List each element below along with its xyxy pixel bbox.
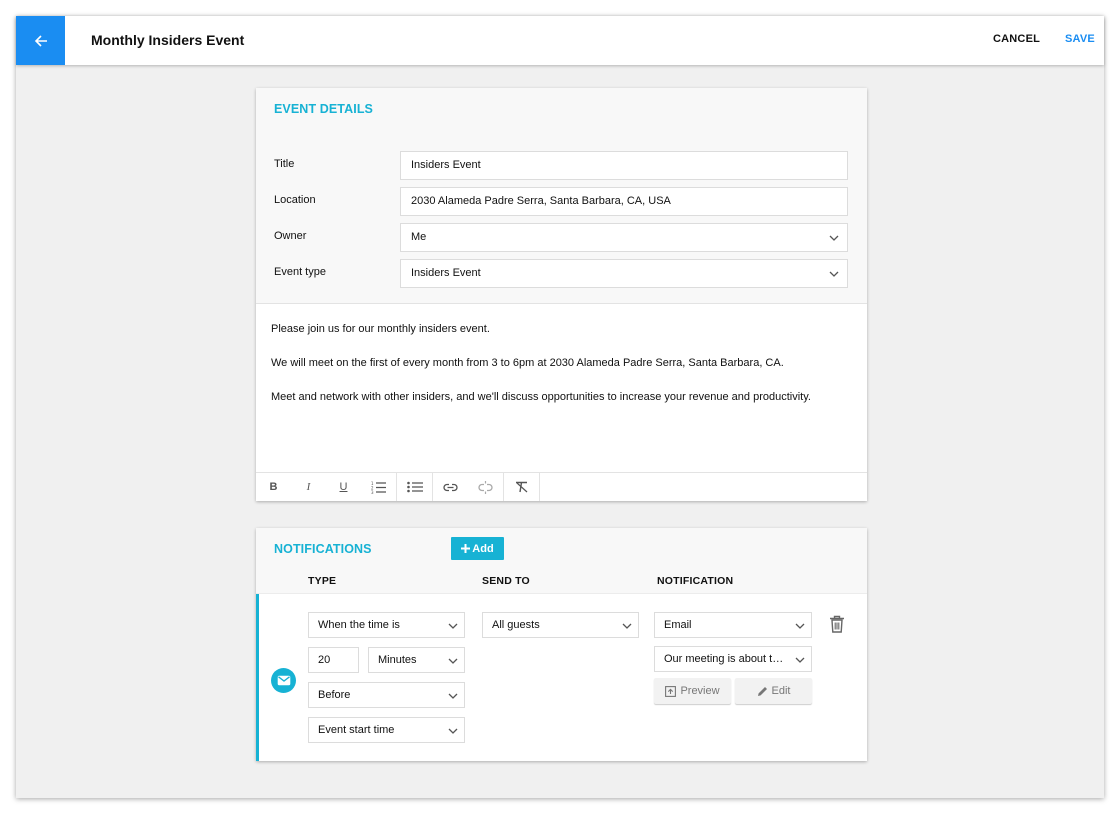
notifications-header: NOTIFICATIONS Add bbox=[256, 528, 867, 569]
send-to-column-title: SEND TO bbox=[482, 575, 530, 587]
link-icon bbox=[443, 483, 458, 491]
template-select[interactable]: Our meeting is about to begin bbox=[654, 646, 812, 672]
plus-icon bbox=[461, 544, 471, 553]
title-input[interactable]: Insiders Event bbox=[400, 151, 848, 180]
save-button[interactable]: SAVE bbox=[1065, 33, 1095, 45]
bullet-list-icon bbox=[406, 481, 423, 493]
link-group bbox=[433, 473, 504, 501]
edit-label: Edit bbox=[771, 685, 791, 697]
amount-input[interactable]: 20 bbox=[308, 647, 359, 673]
description-paragraph: We will meet on the first of every month… bbox=[271, 357, 784, 369]
chevron-down-icon bbox=[448, 728, 458, 734]
add-label: Add bbox=[472, 542, 494, 555]
anchor-value: Event start time bbox=[318, 724, 395, 736]
underline-button[interactable]: U bbox=[326, 473, 361, 501]
description-paragraph: Please join us for our monthly insiders … bbox=[271, 323, 490, 335]
top-bar: Monthly Insiders Event CANCEL SAVE bbox=[16, 16, 1104, 65]
email-icon bbox=[271, 668, 296, 693]
clear-format-button[interactable] bbox=[504, 473, 539, 501]
chevron-down-icon bbox=[829, 271, 839, 277]
svg-text:3: 3 bbox=[371, 490, 374, 494]
notifications-column-header: TYPE SEND TO NOTIFICATION bbox=[256, 569, 867, 594]
channel-select[interactable]: Email bbox=[654, 612, 812, 638]
template-value: Our meeting is about to begin bbox=[664, 653, 809, 665]
italic-button[interactable]: I bbox=[291, 473, 326, 501]
chevron-down-icon bbox=[448, 693, 458, 699]
trigger-value: When the time is bbox=[318, 619, 400, 631]
trigger-select[interactable]: When the time is bbox=[308, 612, 465, 638]
text-format-group: B I U 1 2 3 bbox=[256, 473, 397, 501]
preview-button[interactable]: Preview bbox=[654, 678, 731, 704]
unit-value: Minutes bbox=[378, 654, 417, 666]
event-details-card: EVENT DETAILS Title Insiders Event Locat… bbox=[256, 88, 867, 501]
notification-row: When the time is 20 Minutes Before Event… bbox=[256, 594, 867, 761]
trash-icon[interactable] bbox=[829, 615, 845, 633]
clear-format-icon bbox=[515, 481, 527, 493]
anchor-select[interactable]: Event start time bbox=[308, 717, 465, 743]
list-group bbox=[397, 473, 433, 501]
event-details-header: EVENT DETAILS bbox=[256, 88, 867, 131]
location-input[interactable]: 2030 Alameda Padre Serra, Santa Barbara,… bbox=[400, 187, 848, 216]
owner-value: Me bbox=[411, 231, 427, 243]
location-label: Location bbox=[274, 194, 316, 206]
chevron-down-icon bbox=[448, 623, 458, 629]
chevron-down-icon bbox=[795, 657, 805, 663]
event-form: Title Insiders Event Location 2030 Alame… bbox=[256, 131, 867, 304]
notification-column-title: NOTIFICATION bbox=[657, 575, 734, 587]
event-type-select[interactable]: Insiders Event bbox=[400, 259, 848, 288]
relation-select[interactable]: Before bbox=[308, 682, 465, 708]
description-paragraph: Meet and network with other insiders, an… bbox=[271, 391, 811, 403]
event-details-title: EVENT DETAILS bbox=[274, 102, 373, 116]
event-type-value: Insiders Event bbox=[411, 267, 481, 279]
relation-value: Before bbox=[318, 689, 351, 701]
unlink-icon bbox=[478, 480, 493, 494]
edit-button[interactable]: Edit bbox=[735, 678, 812, 704]
numbered-list-icon: 1 2 3 bbox=[371, 481, 386, 494]
page-title: Monthly Insiders Event bbox=[91, 32, 245, 48]
owner-label: Owner bbox=[274, 230, 307, 242]
editor-toolbar: B I U 1 2 3 bbox=[256, 472, 867, 501]
preview-icon bbox=[665, 685, 677, 697]
clear-group bbox=[504, 473, 540, 501]
bold-button[interactable]: B bbox=[256, 473, 291, 501]
description-editor[interactable]: Please join us for our monthly insiders … bbox=[256, 304, 867, 472]
chevron-down-icon bbox=[448, 658, 458, 664]
back-button[interactable] bbox=[16, 16, 65, 65]
italic-icon: I bbox=[306, 481, 311, 493]
title-label: Title bbox=[274, 158, 295, 170]
bold-icon: B bbox=[269, 481, 278, 493]
row-accent-bar bbox=[256, 594, 259, 761]
send-to-value: All guests bbox=[492, 619, 540, 631]
arrow-left-icon bbox=[34, 34, 47, 47]
link-button[interactable] bbox=[433, 473, 468, 501]
cancel-button[interactable]: CANCEL bbox=[993, 33, 1040, 45]
unlink-button[interactable] bbox=[468, 473, 503, 501]
notifications-card: NOTIFICATIONS Add TYPE SEND TO NOTIFICAT… bbox=[256, 528, 867, 761]
pencil-icon bbox=[757, 686, 767, 696]
channel-value: Email bbox=[664, 619, 692, 631]
send-to-select[interactable]: All guests bbox=[482, 612, 639, 638]
notifications-title: NOTIFICATIONS bbox=[274, 542, 372, 556]
preview-label: Preview bbox=[680, 685, 720, 697]
app-window: Monthly Insiders Event CANCEL SAVE EVENT… bbox=[16, 16, 1104, 798]
chevron-down-icon bbox=[829, 235, 839, 241]
underline-icon: U bbox=[339, 481, 348, 493]
owner-select[interactable]: Me bbox=[400, 223, 848, 252]
add-notification-button[interactable]: Add bbox=[451, 537, 504, 560]
event-type-label: Event type bbox=[274, 266, 326, 278]
unit-select[interactable]: Minutes bbox=[368, 647, 465, 673]
type-column-title: TYPE bbox=[308, 575, 337, 587]
numbered-list-button[interactable]: 1 2 3 bbox=[361, 473, 396, 501]
bullet-list-button[interactable] bbox=[397, 473, 432, 501]
chevron-down-icon bbox=[622, 623, 632, 629]
chevron-down-icon bbox=[795, 623, 805, 629]
